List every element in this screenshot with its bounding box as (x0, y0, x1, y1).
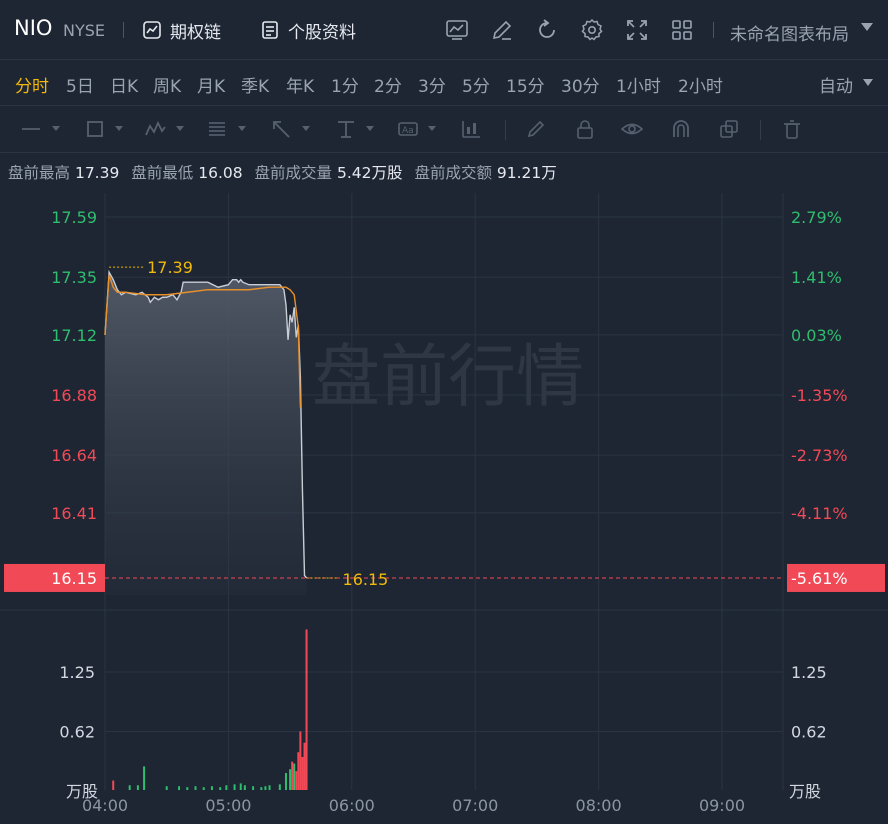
time-axis-label: 04:00 (82, 796, 128, 815)
price-axis-label: 17.35 (51, 268, 97, 287)
price-axis-label: 16.88 (51, 386, 97, 405)
volume-bar (112, 780, 115, 790)
time-axis-label: 07:00 (452, 796, 498, 815)
percent-axis-label: 1.41% (791, 268, 842, 287)
volume-bar (219, 787, 222, 790)
volume-bar (239, 783, 242, 790)
volume-bar (297, 752, 300, 790)
volume-bar (202, 787, 205, 790)
volume-bar (252, 786, 255, 790)
current-percent-label: -5.61% (791, 569, 848, 588)
intraday-chart[interactable]: 盘前行情 17.39 16.15 17.59 17.35 17.12 16.88 16.6… (0, 0, 888, 824)
volume-bar (194, 786, 197, 790)
high-marker-label: 17.39 (147, 258, 193, 277)
volume-axis-label: 1.25 (791, 663, 827, 682)
volume-bar (233, 784, 236, 790)
volume-bar (291, 761, 294, 790)
volume-unit-label: 万股 (789, 782, 821, 801)
volume-bar (278, 784, 281, 790)
time-axis-label: 06:00 (329, 796, 375, 815)
volume-bar (293, 763, 296, 790)
volume-bar (289, 769, 292, 790)
volume-bar (264, 786, 267, 790)
percent-axis-label: 2.79% (791, 208, 842, 227)
volume-bar (305, 629, 308, 790)
price-axis-label: 17.59 (51, 208, 97, 227)
time-axis-label: 05:00 (205, 796, 251, 815)
percent-axis-label: -1.35% (791, 386, 848, 405)
volume-bar (225, 785, 228, 790)
current-price-label: 16.15 (51, 569, 97, 588)
percent-axis-label: -4.11% (791, 504, 848, 523)
percent-axis-label: -2.73% (791, 446, 848, 465)
volume-bar (268, 785, 271, 790)
price-axis-label: 16.64 (51, 446, 97, 465)
volume-bar (284, 773, 287, 790)
percent-axis-label: 0.03% (791, 326, 842, 345)
volume-bar (301, 756, 304, 790)
price-axis-label: 17.12 (51, 326, 97, 345)
volume-plot (112, 629, 308, 790)
last-price-marker-label: 16.15 (343, 570, 389, 589)
volume-bar (303, 742, 306, 790)
time-axis-label: 08:00 (576, 796, 622, 815)
volume-bar (165, 786, 168, 790)
volume-bar (295, 771, 298, 790)
volume-bar (143, 766, 146, 790)
volume-bar (299, 731, 302, 790)
volume-bar (136, 785, 139, 790)
volume-axis-label: 1.25 (59, 663, 95, 682)
price-axis-label: 16.41 (51, 504, 97, 523)
volume-bar (178, 786, 181, 790)
volume-axis-label: 0.62 (791, 722, 827, 741)
volume-bar (128, 785, 131, 790)
volume-bar (260, 787, 263, 790)
watermark: 盘前行情 (312, 338, 584, 417)
price-plot: 17.39 16.15 (104, 258, 783, 595)
price-area (105, 272, 307, 595)
volume-axis-label: 0.62 (59, 722, 95, 741)
volume-bar (243, 785, 246, 790)
volume-bar (186, 787, 189, 790)
time-axis-label: 09:00 (699, 796, 745, 815)
volume-bar (210, 786, 213, 790)
